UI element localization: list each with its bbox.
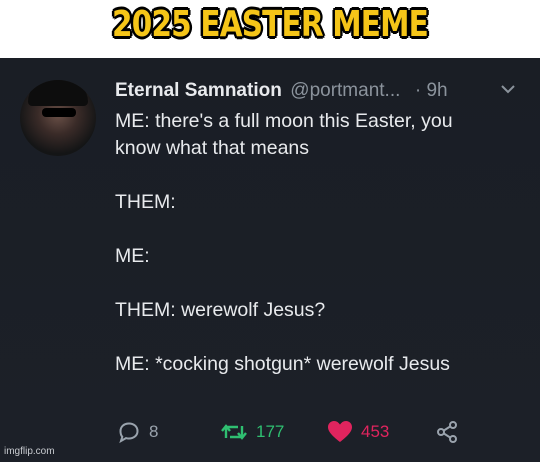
heart-icon xyxy=(328,421,352,442)
share-icon xyxy=(437,421,457,443)
tweet-time[interactable]: · 9h xyxy=(415,80,448,101)
retweet-count: 177 xyxy=(256,422,285,441)
tweet-line: ME: xyxy=(115,245,150,267)
tweet-card[interactable]: Eternal Samnation @portmant... · 9h ME: … xyxy=(0,58,540,462)
tweet-line: ME: there's a full moon this Easter, you xyxy=(115,110,453,132)
author-name[interactable]: Eternal Samnation xyxy=(115,80,282,101)
reply-icon xyxy=(119,422,139,444)
tweet-header: Eternal Samnation @portmant... · 9h xyxy=(115,80,448,102)
tweet-line xyxy=(115,216,525,243)
reply-count: 8 xyxy=(149,422,159,441)
share-button[interactable] xyxy=(435,418,459,446)
tweet-line: THEM: xyxy=(115,191,176,213)
meme-banner: 2025 EASTER MEME xyxy=(0,0,540,58)
like-button[interactable]: 453 xyxy=(327,418,389,446)
tweet-line xyxy=(115,324,525,351)
tweet-line: THEM: werewolf Jesus? xyxy=(115,299,326,321)
tweet-actions: 8 177 453 xyxy=(115,418,535,448)
avatar[interactable] xyxy=(20,80,96,156)
tweet-line xyxy=(115,162,525,189)
tweet-text: ME: there's a full moon this Easter, you… xyxy=(115,108,525,378)
meme-title: 2025 EASTER MEME xyxy=(111,3,429,46)
retweet-button[interactable]: 177 xyxy=(220,418,284,446)
tweet-line: ME: *cocking shotgun* werewolf Jesus xyxy=(115,353,450,375)
watermark: imgflip.com xyxy=(4,446,55,457)
reply-button[interactable]: 8 xyxy=(117,418,158,446)
tweet-line xyxy=(115,270,525,297)
chevron-down-icon[interactable] xyxy=(500,82,516,96)
tweet-line: know what that means xyxy=(115,137,310,159)
author-handle[interactable]: @portmant... xyxy=(290,80,400,101)
retweet-icon xyxy=(221,424,247,440)
like-count: 453 xyxy=(361,422,390,441)
